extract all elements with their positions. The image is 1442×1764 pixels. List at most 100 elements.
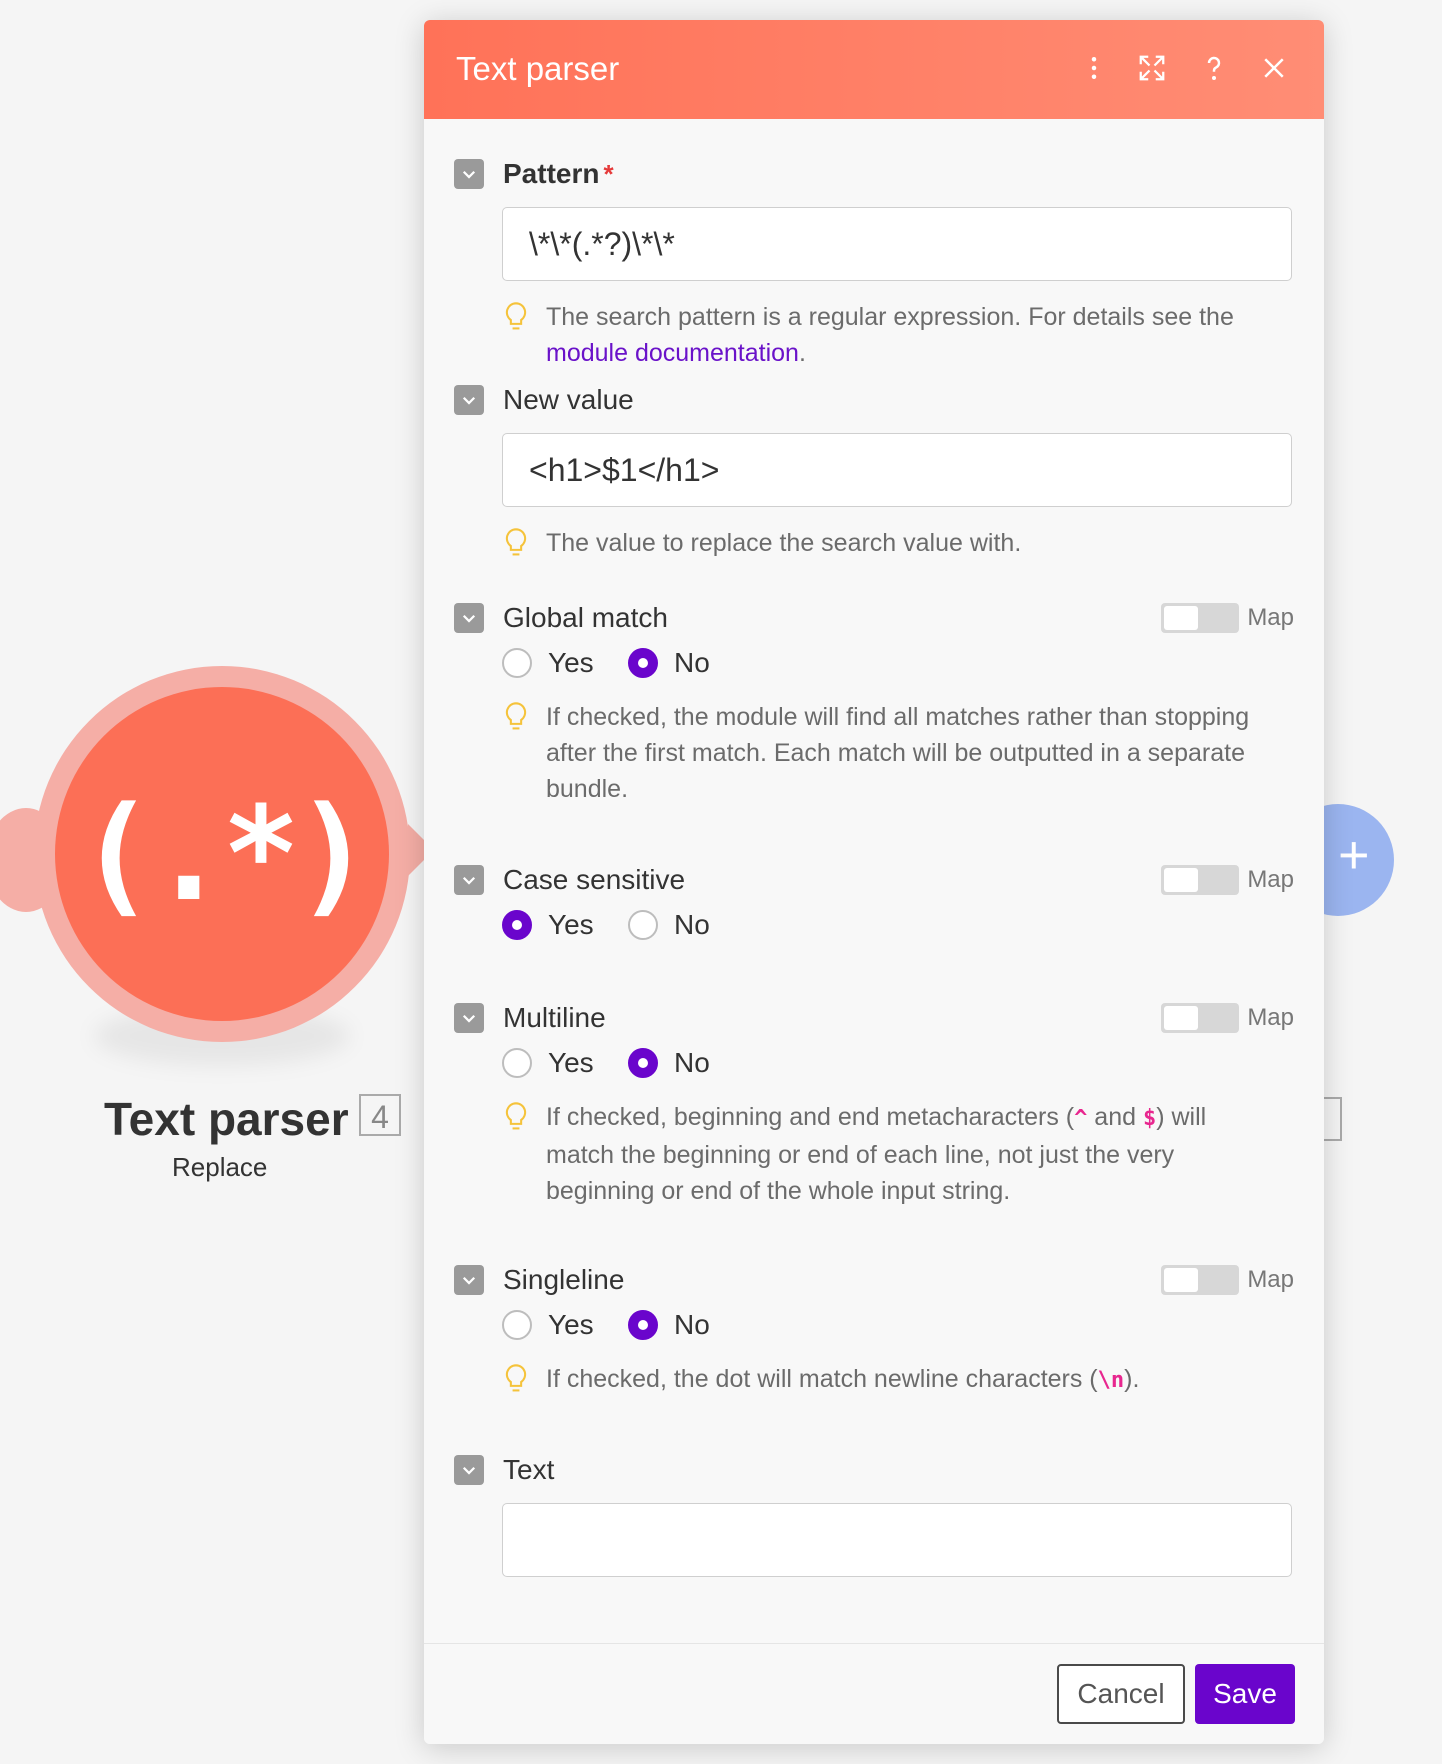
- switch-knob: [1164, 1006, 1199, 1030]
- module-documentation-link[interactable]: module documentation: [546, 339, 799, 367]
- radio-label: Yes: [548, 1309, 594, 1340]
- radio-label: Yes: [548, 909, 594, 940]
- radio-label: Yes: [548, 647, 594, 678]
- pattern-hint-end: .: [798, 339, 806, 367]
- module-id-badge: 4: [359, 1094, 401, 1136]
- cancel-button[interactable]: Cancel: [1057, 1664, 1185, 1724]
- radio-button-checked[interactable]: [628, 1310, 658, 1340]
- plus-icon: +: [1338, 825, 1370, 885]
- more-options-button[interactable]: [1074, 48, 1114, 88]
- map-toggle: Map: [1161, 601, 1294, 635]
- help-button[interactable]: [1194, 48, 1234, 88]
- collapse-toggle[interactable]: [454, 1455, 484, 1485]
- dialog-footer: Cancel Save: [424, 1643, 1324, 1744]
- map-toggle: Map: [1161, 1263, 1294, 1297]
- radio-button[interactable]: [502, 1310, 532, 1340]
- radio-button-checked[interactable]: [628, 1048, 658, 1078]
- required-marker: *: [603, 159, 614, 189]
- lightbulb-icon: [505, 302, 527, 330]
- radio-button[interactable]: [502, 648, 532, 678]
- switch-knob: [1164, 868, 1199, 892]
- global-match-options: Yes No: [502, 645, 754, 681]
- map-label: Map: [1247, 1266, 1294, 1293]
- help-icon: [1207, 56, 1221, 80]
- expand-button[interactable]: [1132, 48, 1172, 88]
- singleline-options: Yes No: [502, 1307, 754, 1343]
- lightbulb-icon: [505, 702, 527, 730]
- chevron-down-icon: [462, 1014, 476, 1023]
- module-title: Text parser: [104, 1093, 349, 1145]
- hint-segment: If checked, the dot will match newline c…: [546, 1365, 1098, 1393]
- text-input[interactable]: [502, 1503, 1292, 1577]
- text-parser-module[interactable]: (.*): [55, 687, 389, 1021]
- newline-metacharacter: \n: [1097, 1368, 1125, 1393]
- case-sensitive-options: Yes No: [502, 907, 754, 943]
- hint-segment: If checked, beginning and end metacharac…: [546, 1103, 1075, 1131]
- caret-metacharacter: ^: [1074, 1106, 1088, 1131]
- close-button[interactable]: [1254, 48, 1294, 88]
- map-label: Map: [1247, 1004, 1294, 1031]
- map-switch[interactable]: [1161, 1003, 1240, 1033]
- radio-label: No: [674, 909, 710, 940]
- dialog-title: Text parser: [456, 50, 620, 87]
- radio-button[interactable]: [502, 1048, 532, 1078]
- dialog-header: Text parser: [424, 20, 1324, 119]
- singleline-yes[interactable]: Yes: [502, 1309, 598, 1341]
- lightbulb-icon: [505, 1364, 527, 1392]
- singleline-no[interactable]: No: [628, 1309, 724, 1341]
- case-sensitive-yes[interactable]: Yes: [502, 909, 598, 941]
- collapse-toggle[interactable]: [454, 865, 484, 895]
- text-label: Text: [503, 1454, 555, 1485]
- collapse-toggle[interactable]: [454, 159, 484, 189]
- radio-label: No: [674, 1309, 710, 1340]
- multiline-options: Yes No: [502, 1045, 754, 1081]
- map-switch[interactable]: [1161, 865, 1240, 895]
- multiline-yes[interactable]: Yes: [502, 1047, 598, 1079]
- more-vertical-icon: [1091, 57, 1097, 79]
- map-toggle: Map: [1161, 863, 1294, 897]
- chevron-down-icon: [462, 876, 476, 885]
- radio-label: No: [674, 647, 710, 678]
- global-match-no[interactable]: No: [628, 647, 724, 679]
- new-value-hint-text: The value to replace the search value wi…: [546, 529, 1022, 557]
- multiline-no[interactable]: No: [628, 1047, 724, 1079]
- new-value-input[interactable]: [502, 433, 1292, 507]
- expand-icon: [1139, 55, 1165, 81]
- chevron-down-icon: [462, 170, 476, 179]
- switch-knob: [1164, 1268, 1199, 1292]
- collapse-toggle[interactable]: [454, 1003, 484, 1033]
- case-sensitive-no[interactable]: No: [628, 909, 724, 941]
- collapse-toggle[interactable]: [454, 385, 484, 415]
- pattern-label-text: Pattern: [503, 158, 600, 189]
- global-match-hint: If checked, the module will find all mat…: [502, 699, 1262, 807]
- new-value-hint: The value to replace the search value wi…: [502, 525, 1262, 561]
- dollar-metacharacter: $: [1142, 1106, 1157, 1131]
- global-match-hint-text: If checked, the module will find all mat…: [546, 703, 1250, 803]
- collapse-toggle[interactable]: [454, 603, 484, 633]
- collapse-toggle[interactable]: [454, 1265, 484, 1295]
- close-icon: [1264, 58, 1284, 78]
- map-switch[interactable]: [1161, 1265, 1240, 1295]
- hint-segment: ).: [1124, 1365, 1140, 1393]
- pattern-input[interactable]: [502, 207, 1292, 281]
- singleline-hint-text: If checked, the dot will match newline c…: [546, 1361, 1262, 1399]
- global-match-yes[interactable]: Yes: [502, 647, 598, 679]
- singleline-label: Singleline: [503, 1264, 625, 1295]
- multiline-label: Multiline: [503, 1002, 606, 1033]
- map-toggle: Map: [1161, 1001, 1294, 1035]
- radio-button-checked[interactable]: [628, 648, 658, 678]
- singleline-hint: If checked, the dot will match newline c…: [502, 1361, 1262, 1399]
- switch-knob: [1164, 606, 1199, 630]
- map-switch[interactable]: [1161, 603, 1240, 633]
- multiline-hint-text: If checked, beginning and end metacharac…: [546, 1099, 1262, 1209]
- module-subtitle: Replace: [172, 1152, 268, 1182]
- module-settings-dialog: Text parser Pattern * \*\*(.*?)\*\* The …: [424, 20, 1324, 1744]
- radio-button[interactable]: [628, 910, 658, 940]
- chevron-down-icon: [462, 1466, 476, 1475]
- map-label: Map: [1247, 604, 1294, 631]
- radio-button-checked[interactable]: [502, 910, 532, 940]
- lightbulb-icon: [505, 528, 527, 556]
- new-value-label: New value: [503, 384, 634, 415]
- save-button[interactable]: Save: [1195, 1664, 1295, 1724]
- chevron-down-icon: [462, 396, 476, 405]
